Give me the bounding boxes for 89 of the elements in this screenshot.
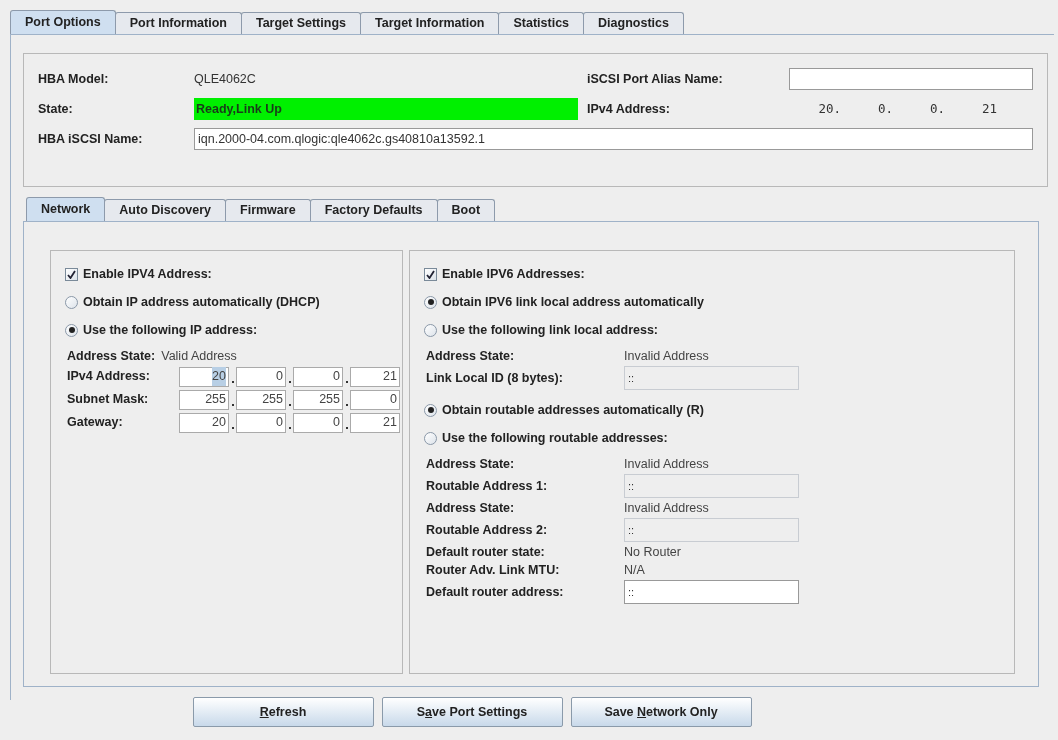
octet-field[interactable]: 255 xyxy=(236,389,286,410)
action-button[interactable]: Save Port Settings xyxy=(381,697,563,727)
action-button[interactable]: Refresh xyxy=(192,697,374,727)
octet-field[interactable]: 255 xyxy=(293,389,343,410)
tab[interactable]: Statistics xyxy=(498,12,585,34)
octet-field[interactable]: 20 xyxy=(179,366,229,387)
field-label: Address State: xyxy=(426,347,516,365)
action-button[interactable]: Save Network Only xyxy=(570,697,752,727)
ipv4-octet: 20. xyxy=(817,99,841,118)
field-label: iSCSI Port Alias Name: xyxy=(587,70,724,88)
octet-value: 20 xyxy=(212,367,226,386)
tab[interactable]: Target Settings xyxy=(240,12,361,34)
check-icon xyxy=(426,269,435,279)
field-label: HBA Model: xyxy=(38,70,110,88)
status-value: N/A xyxy=(624,561,645,579)
status-value: No Router xyxy=(624,543,681,561)
tab[interactable]: Port Options xyxy=(10,10,116,34)
radio-button[interactable] xyxy=(424,431,437,445)
octet-field[interactable]: 0 xyxy=(293,412,343,433)
octet-field[interactable]: 21 xyxy=(350,366,400,387)
octet-value: 21 xyxy=(383,414,397,432)
tab[interactable]: Auto Discovery xyxy=(104,199,227,221)
radio-label: Obtain IP address automatically (DHCP) xyxy=(83,293,320,311)
tab[interactable]: Diagnostics xyxy=(583,12,684,34)
tab[interactable]: Factory Defaults xyxy=(309,199,438,221)
octet-value: 0 xyxy=(276,368,283,386)
radio-label: Obtain IPV6 link local address automatically xyxy=(442,293,704,311)
field-label: Routable Address 1: xyxy=(426,477,549,495)
field-label: HBA iSCSI Name: xyxy=(38,130,144,148)
hba-model-value: QLE4062C xyxy=(194,70,257,88)
ipv4-octet: 21 xyxy=(980,99,997,118)
field-label: Address State: xyxy=(67,347,156,365)
field-label: Address State: xyxy=(426,499,516,517)
octet-field[interactable]: 20 xyxy=(179,412,229,433)
radio-label: Use the following link local address: xyxy=(442,321,658,339)
field-label: Default router address: xyxy=(426,583,565,601)
octet-value: 255 xyxy=(262,391,283,409)
field-label: Gateway: xyxy=(67,414,124,432)
radio-label: Obtain routable addresses automatically (R) xyxy=(442,401,704,419)
field-label: Router Adv. Link MTU: xyxy=(426,561,561,579)
radio-button[interactable] xyxy=(65,295,78,309)
radio-button[interactable] xyxy=(65,323,78,337)
octet-value: 21 xyxy=(383,368,397,386)
tab[interactable]: Boot xyxy=(436,199,496,221)
octet-field[interactable]: 0 xyxy=(350,389,400,410)
field-label: State: xyxy=(38,100,74,118)
alias-field[interactable] xyxy=(789,68,1033,90)
state-indicator: Ready,Link Up xyxy=(194,98,578,120)
ipv4-octet: 0. xyxy=(928,99,945,118)
address-state-value: Valid Address xyxy=(161,347,237,365)
octet-field[interactable]: 255 xyxy=(179,389,229,410)
checkbox-label: Enable IPV4 Address: xyxy=(83,265,212,283)
checkbox-label: Enable IPV6 Addresses: xyxy=(442,265,585,283)
radio-label: Use the following IP address: xyxy=(83,321,258,339)
status-value: Invalid Address xyxy=(624,455,709,473)
checkbox[interactable] xyxy=(424,267,437,281)
radio-button[interactable] xyxy=(424,323,437,337)
field-label: Address State: xyxy=(426,455,516,473)
address-field[interactable]: :: xyxy=(624,580,799,604)
check-icon xyxy=(67,269,76,279)
radio-label: Use the following routable addresses: xyxy=(442,429,668,447)
status-value: Invalid Address xyxy=(624,499,709,517)
status-value: Invalid Address xyxy=(624,347,709,365)
tab[interactable]: Firmware xyxy=(225,199,311,221)
ipv4-octet: 0. xyxy=(876,99,893,118)
field-label: Routable Address 2: xyxy=(426,521,549,539)
octet-field[interactable]: 0 xyxy=(236,366,286,387)
octet-value: 0 xyxy=(276,414,283,432)
tab[interactable]: Target Information xyxy=(360,12,500,34)
octet-value: 255 xyxy=(319,391,340,409)
field-label: Default router state: xyxy=(426,543,546,561)
field-label: IPv4 Address: xyxy=(587,100,671,118)
octet-field[interactable]: 21 xyxy=(350,412,400,433)
radio-button[interactable] xyxy=(424,403,437,417)
octet-value: 20 xyxy=(212,414,226,432)
octet-value: 0 xyxy=(333,414,340,432)
tab[interactable]: Port Information xyxy=(114,12,242,34)
field-label: Subnet Mask: xyxy=(67,391,150,409)
octet-field[interactable]: 0 xyxy=(236,412,286,433)
field-label: IPv4 Address: xyxy=(67,368,151,386)
iscsi-name-field[interactable]: iqn.2000-04.com.qlogic:qle4062c.gs40810a13592.1 xyxy=(194,128,1033,150)
octet-field[interactable]: 0 xyxy=(293,366,343,387)
octet-value: 0 xyxy=(390,391,397,409)
checkbox[interactable] xyxy=(65,267,78,281)
radio-button[interactable] xyxy=(424,295,437,309)
tab[interactable]: Network xyxy=(26,197,106,221)
octet-value: 255 xyxy=(205,391,226,409)
field-label: Link Local ID (8 bytes): xyxy=(426,369,564,387)
octet-value: 0 xyxy=(333,368,340,386)
